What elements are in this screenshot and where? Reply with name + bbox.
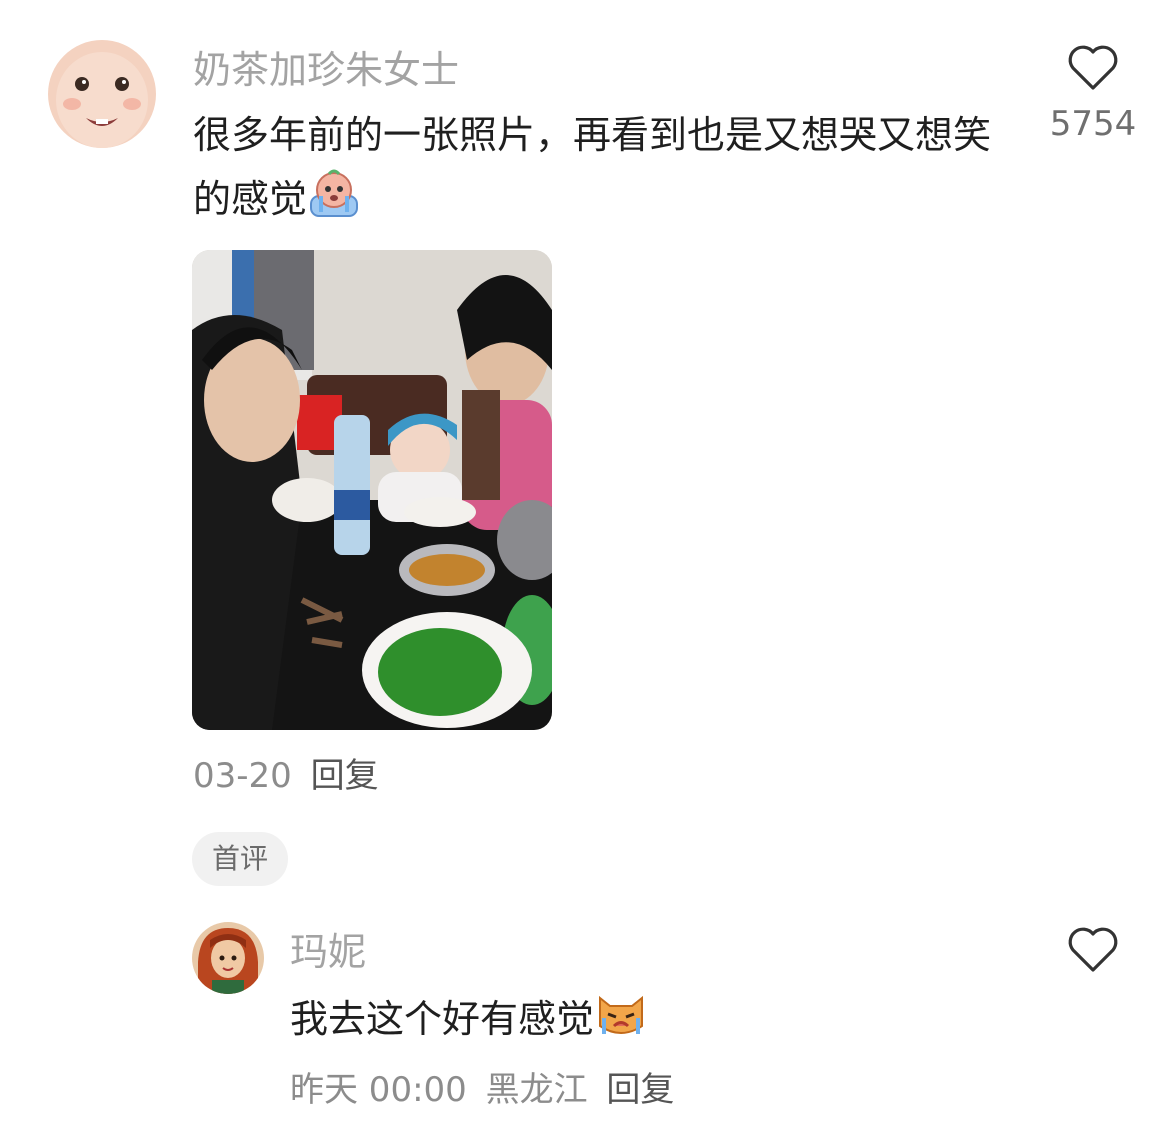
comment-date: 03-20: [193, 756, 292, 796]
comment-text-body: 我去这个好有感觉: [290, 997, 595, 1041]
comment-meta: 昨天 00:00 黑龙江 回复: [290, 1062, 674, 1111]
reply-button[interactable]: 回复: [311, 756, 379, 796]
avatar[interactable]: [48, 40, 156, 148]
reply-button[interactable]: 回复: [606, 1070, 674, 1110]
comment-text: 很多年前的一张照片，再看到也是又想哭又想笑的感觉: [193, 104, 993, 230]
comment-location: 黑龙江: [485, 1070, 588, 1110]
heart-icon[interactable]: [1067, 44, 1119, 92]
username[interactable]: 奶茶加珍朱女士: [193, 48, 459, 92]
like-count: 5754: [1049, 104, 1137, 144]
crying-cat-emoji-icon: [594, 986, 648, 1040]
username[interactable]: 玛妮: [290, 930, 366, 974]
comment-photo[interactable]: [192, 250, 552, 730]
avatar[interactable]: [192, 922, 264, 994]
heart-icon[interactable]: [1067, 926, 1119, 974]
like-button[interactable]: [1048, 926, 1138, 974]
comment-meta: 03-20 回复: [193, 748, 379, 797]
comment-time: 昨天 00:00: [290, 1070, 467, 1110]
crying-face-emoji-icon: [307, 166, 361, 220]
first-comment-badge: 首评: [192, 832, 289, 886]
comment-text: 我去这个好有感觉: [290, 986, 990, 1050]
like-button[interactable]: 5754: [1048, 44, 1138, 144]
